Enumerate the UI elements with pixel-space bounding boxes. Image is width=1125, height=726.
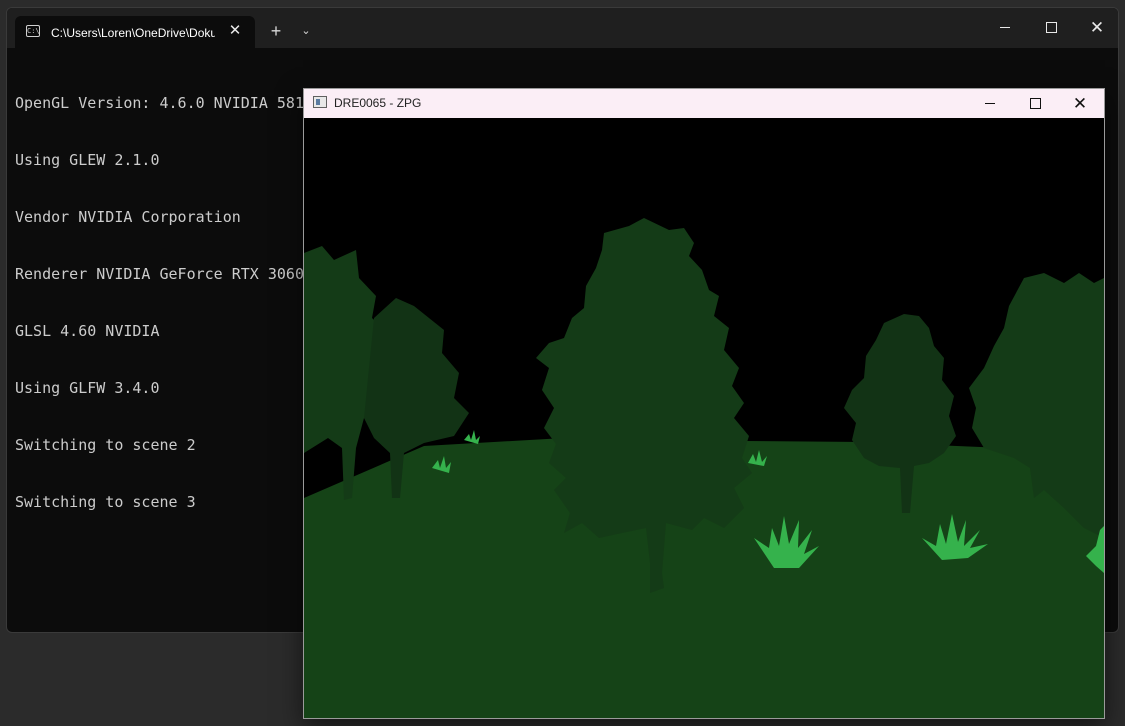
terminal-line: Using GLFW 3.4.0 xyxy=(15,379,160,397)
tab-title: C:\Users\Loren\OneDrive\Dokumenty xyxy=(51,26,215,40)
new-tab-icon[interactable]: + xyxy=(265,20,287,42)
window-title: DRE0065 - ZPG xyxy=(334,96,422,110)
forest-scene xyxy=(304,118,1104,718)
terminal-line: GLSL 4.60 NVIDIA xyxy=(15,322,160,340)
maximize-icon xyxy=(1045,22,1057,34)
terminal-line: Vendor NVIDIA Corporation xyxy=(15,208,241,226)
close-icon: ✕ xyxy=(1089,18,1105,37)
terminal-titlebar[interactable]: C:\ C:\Users\Loren\OneDrive\Dokumenty ✕ … xyxy=(7,8,1118,48)
gl-maximize-button[interactable] xyxy=(1012,89,1058,118)
render-viewport[interactable] xyxy=(304,118,1104,718)
gl-close-button[interactable]: ✕ xyxy=(1057,89,1103,118)
minimize-icon xyxy=(985,103,995,105)
chevron-down-icon[interactable]: ⌄ xyxy=(296,21,316,41)
terminal-line: OpenGL Version: 4.6.0 NVIDIA 581.42 xyxy=(15,94,332,112)
terminal-close-button[interactable]: ✕ xyxy=(1074,14,1118,42)
terminal-icon: C:\ xyxy=(26,25,40,37)
terminal-line: Switching to scene 3 xyxy=(15,493,196,511)
maximize-icon xyxy=(1029,98,1041,110)
terminal-minimize-button[interactable] xyxy=(982,14,1028,42)
minimize-icon xyxy=(1000,27,1010,29)
terminal-line: Renderer NVIDIA GeForce RTX 3060 xyxy=(15,265,304,283)
terminal-tab[interactable]: C:\ C:\Users\Loren\OneDrive\Dokumenty ✕ xyxy=(15,16,255,48)
opengl-window: DRE0065 - ZPG ✕ xyxy=(303,88,1105,719)
terminal-output[interactable]: OpenGL Version: 4.6.0 NVIDIA 581.42 Usin… xyxy=(15,56,331,550)
terminal-line: Switching to scene 2 xyxy=(15,436,196,454)
app-window-icon xyxy=(313,96,327,108)
terminal-maximize-button[interactable] xyxy=(1028,14,1074,42)
tab-close-icon[interactable]: ✕ xyxy=(225,21,245,41)
terminal-line: Using GLEW 2.1.0 xyxy=(15,151,160,169)
close-icon: ✕ xyxy=(1072,94,1088,113)
opengl-titlebar[interactable]: DRE0065 - ZPG ✕ xyxy=(304,89,1104,118)
gl-minimize-button[interactable] xyxy=(967,89,1013,118)
